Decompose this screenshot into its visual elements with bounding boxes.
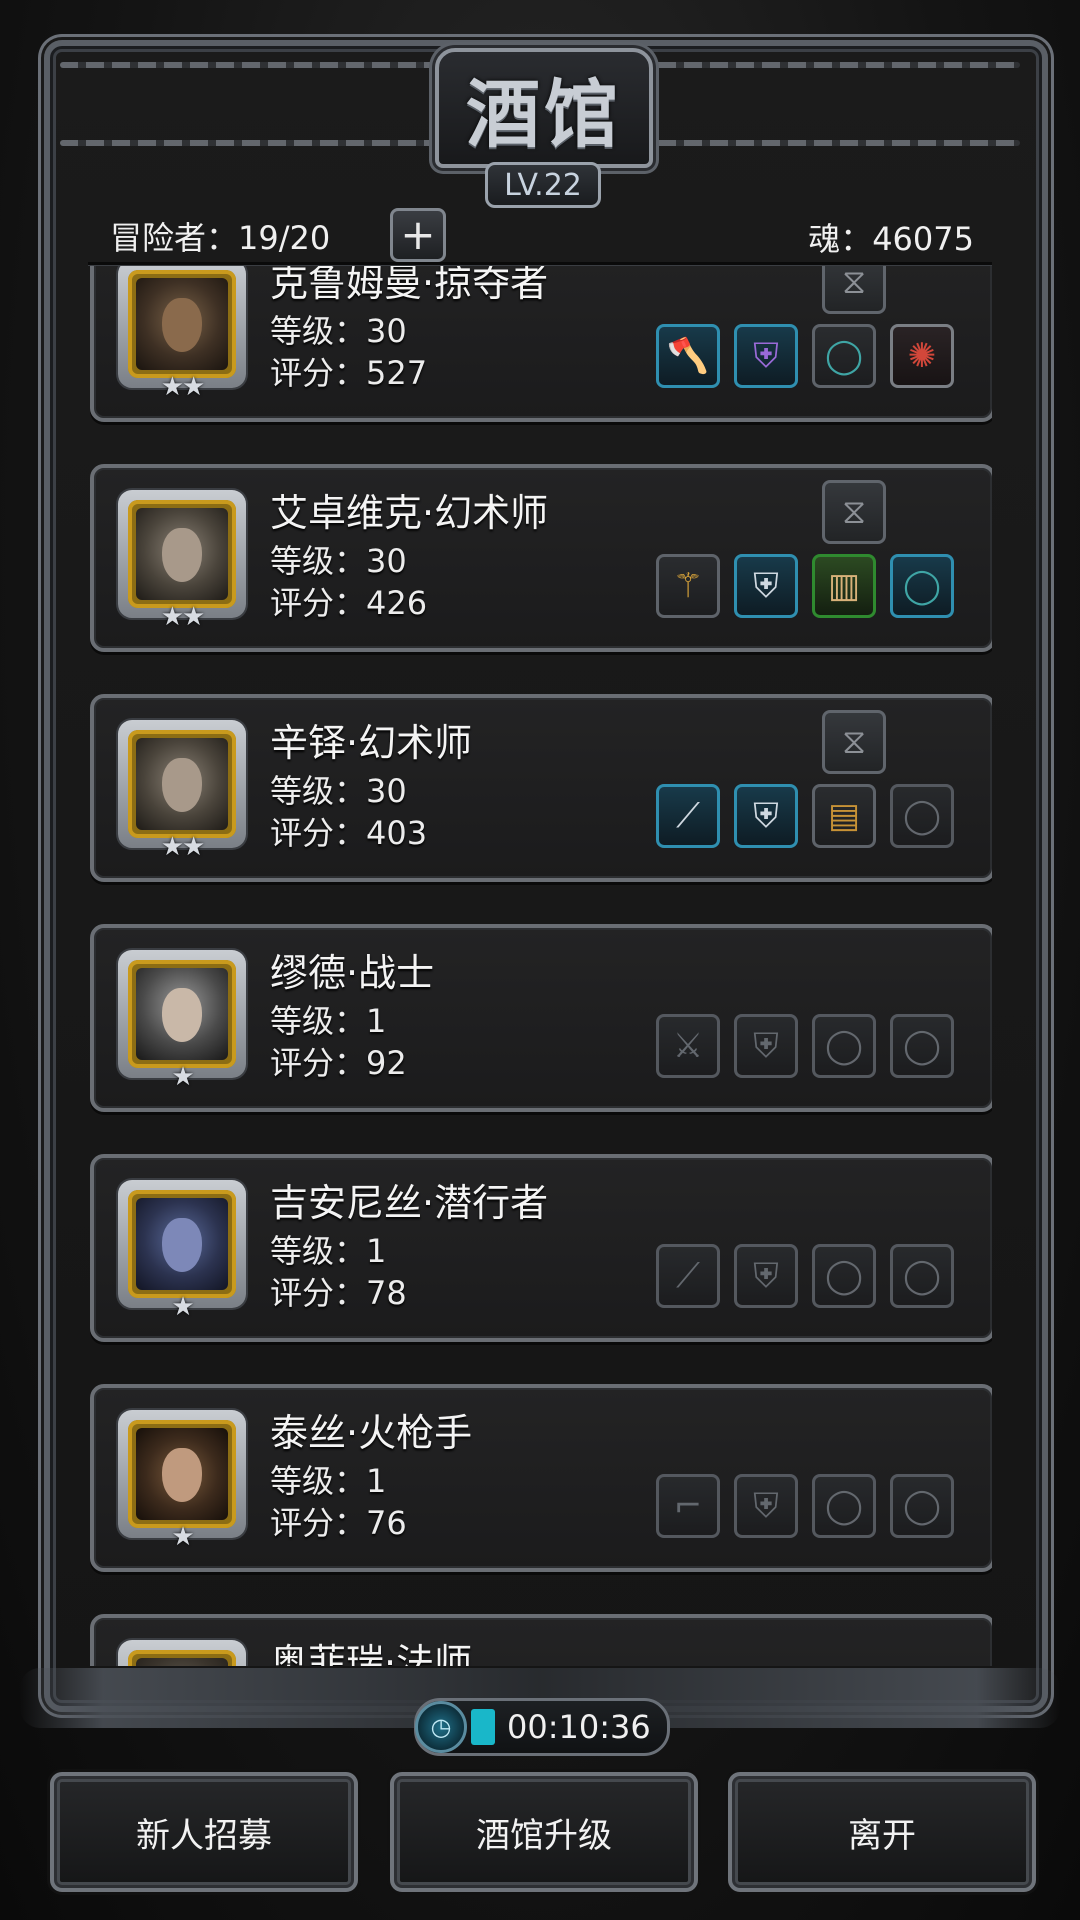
page-title: 酒馆 xyxy=(466,71,622,158)
hero-name: 克鲁姆曼·掠夺者 xyxy=(270,266,549,305)
armor-icon[interactable]: ⛨ xyxy=(734,554,798,618)
recruit-timer: ◷ 00:10:36 xyxy=(414,1698,670,1756)
staff-icon[interactable]: ⚚ xyxy=(656,554,720,618)
hero-avatar xyxy=(118,266,246,388)
hero-name: 辛铎·幻术师 xyxy=(270,721,473,765)
hero-score: 评分：403 xyxy=(270,814,428,852)
hero-score: 评分：78 xyxy=(270,1274,407,1312)
star-rating: ★★ xyxy=(160,602,206,632)
wand-icon[interactable]: ⟋ xyxy=(656,784,720,848)
hero-avatar xyxy=(118,1180,246,1308)
hero-level: 等级：30 xyxy=(270,312,407,350)
armor-icon[interactable]: ⛨ xyxy=(734,784,798,848)
soul-currency: 魂：46075 xyxy=(808,220,974,258)
leave-button[interactable]: 离开 xyxy=(728,1772,1036,1892)
ring-empty-icon[interactable]: ◯ xyxy=(890,1014,954,1078)
armor-empty-icon[interactable]: ⛨ xyxy=(734,1014,798,1078)
hero-card[interactable]: ★★ 辛铎·幻术师 等级：30 评分：403 ⧖ ⟋ ⛨ ▤ ◯ xyxy=(90,694,992,882)
hero-card[interactable]: 奥菲瑞·法师 xyxy=(90,1614,992,1666)
hero-level: 等级：1 xyxy=(270,1232,387,1270)
star-rating: ★ xyxy=(171,1522,194,1552)
tavern-level-badge: LV.22 xyxy=(485,162,601,208)
ring-icon[interactable]: ◯ xyxy=(812,324,876,388)
hero-card[interactable]: ★ 吉安尼丝·潜行者 等级：1 评分：78 ⟋ ⛨ ◯ ◯ xyxy=(90,1154,992,1342)
ring-empty-icon[interactable]: ◯ xyxy=(812,1244,876,1308)
hero-card[interactable]: ★ 缪德·战士 等级：1 评分：92 ⚔ ⛨ ◯ ◯ xyxy=(90,924,992,1112)
ring-empty-icon[interactable]: ◯ xyxy=(890,784,954,848)
star-rating: ★★ xyxy=(160,832,206,862)
hero-card[interactable]: ★★ 克鲁姆曼·掠夺者 等级：30 评分：527 ⧖ 🪓 ⛨ ◯ ✺ xyxy=(90,266,992,422)
divider xyxy=(88,262,992,265)
hero-name: 缪德·战士 xyxy=(270,951,435,995)
chest-shield-icon[interactable]: ▤ xyxy=(812,784,876,848)
hourglass-icon[interactable]: ⧖ xyxy=(822,710,886,774)
armor-empty-icon[interactable]: ⛨ xyxy=(734,1474,798,1538)
hero-avatar xyxy=(118,490,246,618)
armor-empty-icon[interactable]: ⛨ xyxy=(734,1244,798,1308)
hero-score: 评分：76 xyxy=(270,1504,407,1542)
ring-empty-icon[interactable]: ◯ xyxy=(890,1474,954,1538)
hourglass-icon[interactable]: ⧖ xyxy=(822,266,886,314)
hero-name: 艾卓维克·幻术师 xyxy=(270,491,549,535)
amulet-icon[interactable]: ✺ xyxy=(890,324,954,388)
hero-avatar xyxy=(118,1640,246,1666)
hero-name: 泰丝·火枪手 xyxy=(270,1411,473,1455)
timer-text: 00:10:36 xyxy=(507,1708,651,1746)
axe-icon[interactable]: 🪓 xyxy=(656,324,720,388)
ring-empty-icon[interactable]: ◯ xyxy=(812,1014,876,1078)
hero-score: 评分：426 xyxy=(270,584,428,622)
gun-empty-icon[interactable]: ⌐ xyxy=(656,1474,720,1538)
hourglass-icon[interactable]: ⧖ xyxy=(822,480,886,544)
add-slot-button[interactable]: + xyxy=(390,208,446,262)
hero-level: 等级：30 xyxy=(270,542,407,580)
hero-avatar xyxy=(118,1410,246,1538)
hero-name: 奥菲瑞·法师 xyxy=(270,1641,473,1666)
hero-card[interactable]: ★ 泰丝·火枪手 等级：1 评分：76 ⌐ ⛨ ◯ ◯ xyxy=(90,1384,992,1572)
hero-avatar xyxy=(118,720,246,848)
dagger-empty-icon[interactable]: ⟋ xyxy=(656,1244,720,1308)
clock-icon: ◷ xyxy=(415,1701,467,1753)
hero-level: 等级：1 xyxy=(270,1462,387,1500)
ring-empty-icon[interactable]: ◯ xyxy=(812,1474,876,1538)
hero-name: 吉安尼丝·潜行者 xyxy=(270,1181,549,1225)
hero-list[interactable]: ★★ 克鲁姆曼·掠夺者 等级：30 评分：527 ⧖ 🪓 ⛨ ◯ ✺ ★★ 艾卓… xyxy=(88,266,992,1666)
hero-avatar xyxy=(118,950,246,1078)
hero-level: 等级：1 xyxy=(270,1002,387,1040)
header-row: 冒险者：19/20 + 魂：46075 xyxy=(92,208,988,264)
purple-armor-icon[interactable]: ⛨ xyxy=(734,324,798,388)
star-rating: ★ xyxy=(171,1062,194,1092)
star-rating: ★ xyxy=(171,1292,194,1322)
hero-level: 等级：30 xyxy=(270,772,407,810)
recruit-button[interactable]: 新人招募 xyxy=(50,1772,358,1892)
title-plaque: 酒馆 xyxy=(435,48,653,168)
wood-shield-icon[interactable]: ▥ xyxy=(812,554,876,618)
hero-score: 评分：92 xyxy=(270,1044,407,1082)
ring-icon[interactable]: ◯ xyxy=(890,554,954,618)
hero-card[interactable]: ★★ 艾卓维克·幻术师 等级：30 评分：426 ⧖ ⚚ ⛨ ▥ ◯ xyxy=(90,464,992,652)
sword-empty-icon[interactable]: ⚔ xyxy=(656,1014,720,1078)
ring-empty-icon[interactable]: ◯ xyxy=(890,1244,954,1308)
upgrade-tavern-button[interactable]: 酒馆升级 xyxy=(390,1772,698,1892)
adventurer-count: 冒险者：19/20 xyxy=(110,219,331,257)
star-rating: ★★ xyxy=(160,372,206,402)
hero-score: 评分：527 xyxy=(270,354,428,392)
timer-progress xyxy=(471,1709,495,1745)
